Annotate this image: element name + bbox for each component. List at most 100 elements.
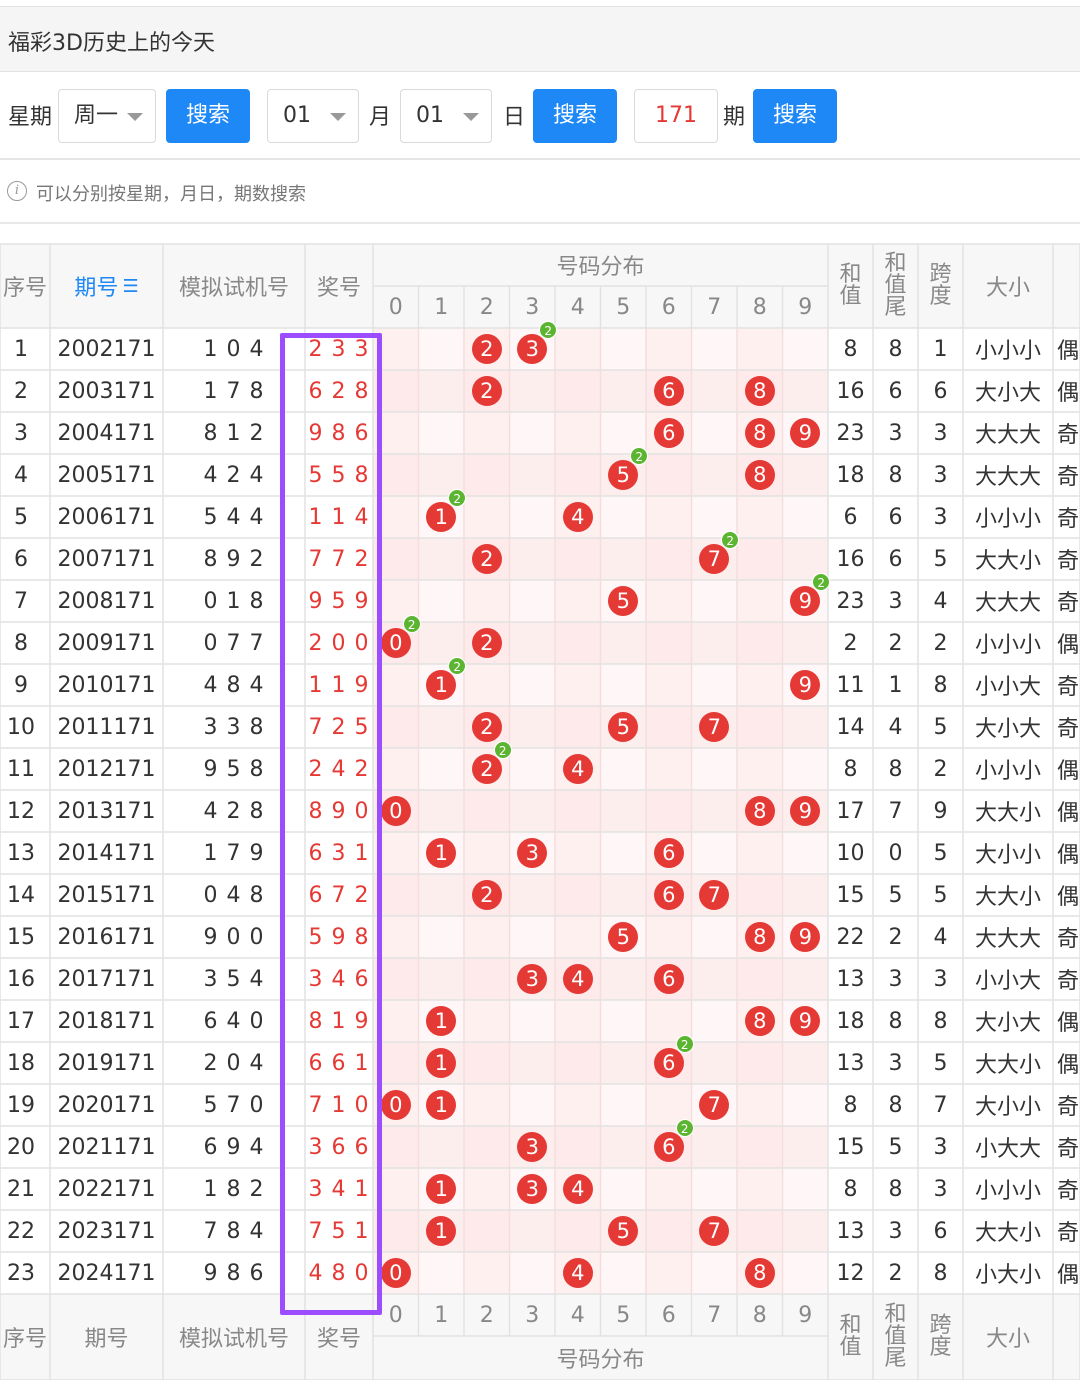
row-size: 大大小 xyxy=(974,1053,1041,1078)
weekday-search-button[interactable]: 搜索 xyxy=(166,89,250,143)
number-ball: 8 xyxy=(744,418,775,448)
row-issue: 2012171 xyxy=(57,756,156,782)
row-seq: 20 xyxy=(7,1134,35,1160)
row-odd-even: 奇 xyxy=(1056,969,1079,994)
page-title-bar: 福彩3D历史上的今天 xyxy=(0,6,1080,72)
number-ball: 2 xyxy=(471,544,502,574)
row-span: 3 xyxy=(933,504,948,530)
row-size: 大大小 xyxy=(974,801,1041,826)
row-tail: 3 xyxy=(888,1218,903,1244)
row-odd-even: 偶 xyxy=(1056,1011,1079,1036)
sort-icon[interactable]: ☰ xyxy=(122,276,138,297)
row-issue: 2007171 xyxy=(57,546,156,572)
row-span: 3 xyxy=(933,462,948,488)
number-ball: 4 xyxy=(562,754,593,784)
row-seq: 8 xyxy=(14,630,28,656)
footer-digit-2: 2 xyxy=(479,1302,494,1328)
row-span: 3 xyxy=(933,420,948,446)
number-ball: 2 xyxy=(471,880,502,910)
row-span: 2 xyxy=(933,756,948,782)
row-span: 4 xyxy=(933,924,948,950)
day-select[interactable]: 01 xyxy=(400,89,492,143)
row-seq: 10 xyxy=(7,714,35,740)
repeat-badge: 2 xyxy=(675,1035,694,1053)
header-digit-8: 8 xyxy=(752,294,767,320)
header-digit-4: 4 xyxy=(570,294,585,320)
footer-tail-char: 尾 xyxy=(884,1346,907,1371)
issue-search-button[interactable]: 搜索 xyxy=(753,89,837,143)
info-icon: i xyxy=(7,181,27,201)
footer-digit-7: 7 xyxy=(707,1302,722,1328)
row-issue: 2013171 xyxy=(57,798,156,824)
row-seq: 18 xyxy=(7,1050,35,1076)
footer-digit-9: 9 xyxy=(798,1302,813,1328)
footer-tail: 和值尾 xyxy=(873,1294,918,1380)
month-select[interactable]: 01 xyxy=(267,89,359,143)
number-ball: 2 xyxy=(471,376,502,406)
row-span: 3 xyxy=(933,1134,948,1160)
row-seq: 4 xyxy=(14,462,28,488)
footer-sum-char: 值 xyxy=(839,1335,862,1360)
row-size: 小小小 xyxy=(974,339,1041,364)
row-tail: 6 xyxy=(888,504,903,530)
issue-input[interactable]: 171 xyxy=(634,89,718,143)
row-seq: 6 xyxy=(14,546,28,572)
row-tail: 6 xyxy=(888,546,903,572)
row-odd-even: 偶 xyxy=(1056,1053,1079,1078)
row-tail: 3 xyxy=(888,420,903,446)
number-ball: 0 xyxy=(380,1258,411,1288)
header-seq: 序号 xyxy=(2,276,47,301)
footer-digit-1: 1 xyxy=(434,1302,449,1328)
row-issue: 2016171 xyxy=(57,924,156,950)
footer-span: 跨度 xyxy=(918,1294,963,1380)
row-tail: 1 xyxy=(888,672,903,698)
weekday-select[interactable]: 周一 xyxy=(58,89,156,143)
repeat-badge: 2 xyxy=(675,1119,694,1137)
row-sum: 17 xyxy=(836,798,865,824)
weekday-select-value: 周一 xyxy=(74,103,119,128)
row-span: 5 xyxy=(933,546,948,572)
header-span: 跨度 xyxy=(918,244,963,328)
row-sum: 15 xyxy=(836,1134,865,1160)
row-sum: 18 xyxy=(836,1008,865,1034)
row-span: 7 xyxy=(933,1092,948,1118)
weekday-label: 星期 xyxy=(8,105,53,130)
row-issue: 2005171 xyxy=(57,462,156,488)
issue-label: 期 xyxy=(723,105,746,130)
row-seq: 1 xyxy=(14,336,28,362)
row-odd-even: 奇 xyxy=(1056,423,1079,448)
month-select-value: 01 xyxy=(283,103,311,128)
page-title: 福彩3D历史上的今天 xyxy=(8,31,215,56)
number-ball: 8 xyxy=(744,1006,775,1036)
footer-digit-3: 3 xyxy=(525,1302,540,1328)
footer-digit-5: 5 xyxy=(616,1302,631,1328)
date-search-button[interactable]: 搜索 xyxy=(533,89,617,143)
row-odd-even: 奇 xyxy=(1056,675,1079,700)
row-sum: 23 xyxy=(836,588,865,614)
footer-span-char: 度 xyxy=(929,1335,952,1360)
row-span: 5 xyxy=(933,714,948,740)
row-odd-even: 偶 xyxy=(1056,759,1079,784)
row-sum: 12 xyxy=(836,1260,865,1286)
row-size: 小小小 xyxy=(974,759,1041,784)
row-odd-even: 奇 xyxy=(1056,1137,1079,1162)
search-tip: i 可以分别按星期，月日，期数搜索 xyxy=(0,160,1080,224)
row-sum: 2 xyxy=(843,630,858,656)
row-sum: 8 xyxy=(843,1176,858,1202)
row-seq: 3 xyxy=(14,420,28,446)
row-sum: 8 xyxy=(843,756,858,782)
footer-span-char: 跨 xyxy=(929,1313,952,1338)
digit-col-band xyxy=(555,328,601,1294)
header-sum-char: 和 xyxy=(839,262,862,287)
day-select-value: 01 xyxy=(416,103,444,128)
row-span: 8 xyxy=(933,1260,948,1286)
row-tail: 3 xyxy=(888,966,903,992)
day-label: 日 xyxy=(503,105,526,130)
row-seq: 11 xyxy=(7,756,35,782)
row-seq: 22 xyxy=(7,1218,35,1244)
header-tail-char: 尾 xyxy=(884,295,907,320)
header-issue[interactable]: 期号 ☰ xyxy=(50,244,163,328)
row-span: 6 xyxy=(933,378,948,404)
row-odd-even: 偶 xyxy=(1056,381,1079,406)
footer-sum-char: 和 xyxy=(839,1313,862,1338)
